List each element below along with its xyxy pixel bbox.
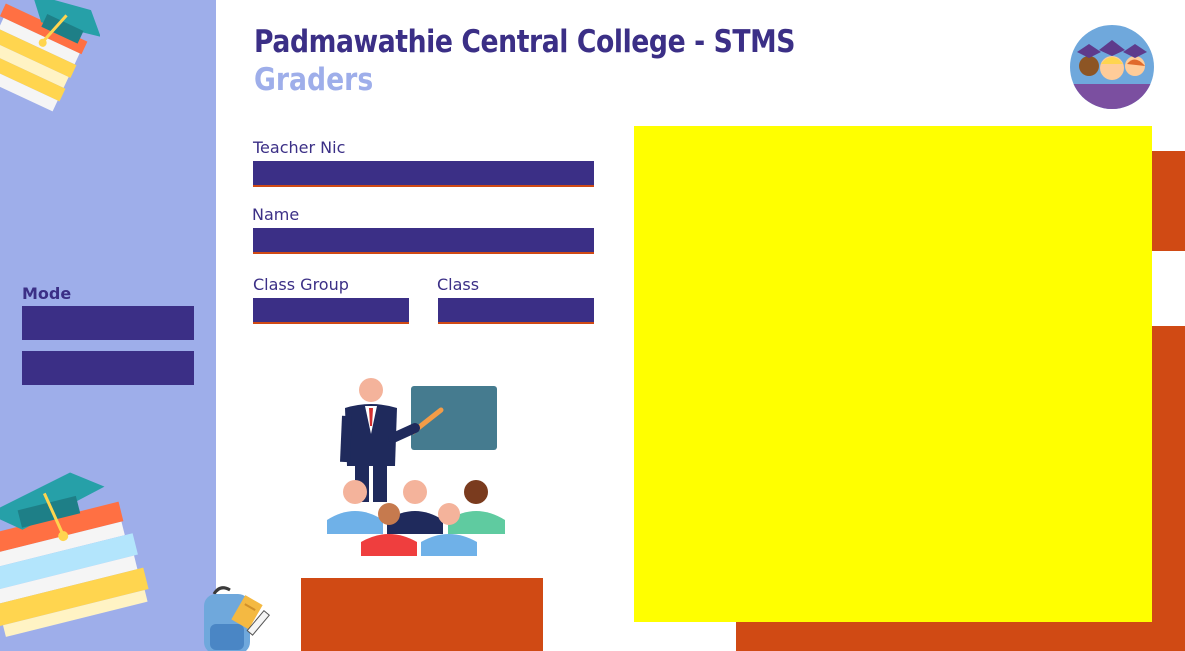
teacher-nic-label: Teacher Nic bbox=[253, 138, 346, 157]
sidebar: Mode bbox=[0, 0, 216, 651]
books-stack-icon bbox=[0, 472, 149, 637]
students-avatar-icon bbox=[1070, 25, 1154, 109]
class-input[interactable] bbox=[438, 298, 594, 324]
page-subtitle: Graders bbox=[254, 62, 374, 98]
page-title: Padmawathie Central College - STMS bbox=[254, 24, 795, 60]
mode-button-2[interactable] bbox=[22, 351, 194, 385]
class-label: Class bbox=[437, 275, 480, 294]
books-graduation-cap-icon bbox=[0, 0, 100, 112]
content-panel bbox=[634, 126, 1152, 622]
class-group-input[interactable] bbox=[253, 298, 409, 324]
teacher-nic-input[interactable] bbox=[253, 161, 594, 187]
name-label: Name bbox=[252, 205, 300, 224]
mode-button-1[interactable] bbox=[22, 306, 194, 340]
class-group-label: Class Group bbox=[253, 275, 349, 294]
name-input[interactable] bbox=[253, 228, 594, 254]
mode-label: Mode bbox=[22, 284, 72, 303]
teacher-classroom-icon bbox=[327, 378, 505, 556]
orange-block-bottom bbox=[301, 578, 543, 651]
backpack-icon bbox=[204, 586, 271, 651]
